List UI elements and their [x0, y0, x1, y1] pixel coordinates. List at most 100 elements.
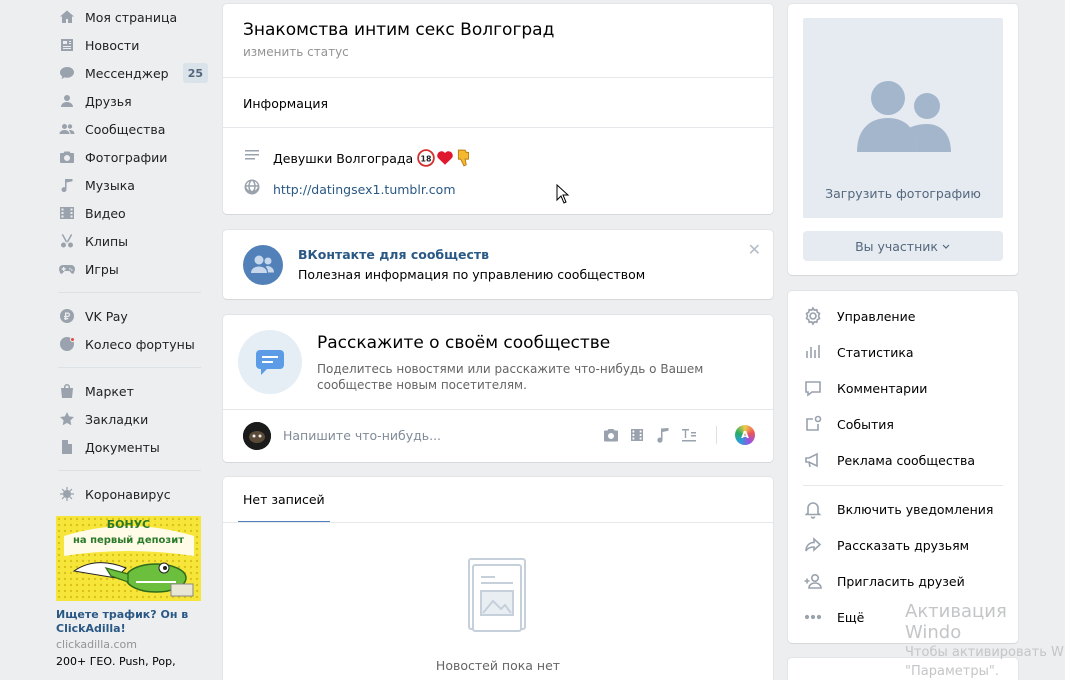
post-input[interactable]: Напишите что-нибудь...	[283, 428, 441, 443]
vkpay-icon	[58, 307, 76, 325]
poster-icon[interactable]: A	[735, 425, 755, 445]
sidebar-item-messenger[interactable]: Мессенджер 25	[56, 59, 208, 87]
sidebar-item-documents[interactable]: Документы	[56, 433, 208, 461]
menu-advertising[interactable]: Реклама сообщества	[803, 447, 975, 473]
close-icon[interactable]: ✕	[748, 240, 761, 259]
news-icon	[58, 36, 76, 54]
menu-label: Включить уведомления	[837, 501, 994, 517]
divider	[223, 522, 773, 523]
menu-share[interactable]: Рассказать друзьям	[803, 532, 969, 558]
menu-manage[interactable]: Управление	[803, 303, 915, 329]
sidebar-item-video[interactable]: Видео	[56, 199, 208, 227]
divider	[223, 77, 773, 78]
heart-icon	[437, 151, 453, 165]
document-icon	[58, 438, 76, 456]
sidebar-item-my-page[interactable]: Моя страница	[56, 3, 208, 31]
sidebar-item-label: Документы	[85, 439, 160, 455]
sidebar-item-vkpay[interactable]: VK Pay	[56, 302, 208, 330]
divider	[803, 485, 1003, 486]
divider	[223, 409, 773, 410]
sidebar-item-coronavirus[interactable]: Коронавирус	[56, 480, 208, 508]
sidebar-item-friends[interactable]: Друзья	[56, 87, 208, 115]
photo-attach-icon[interactable]	[602, 426, 620, 444]
article-icon[interactable]	[680, 426, 698, 444]
sidebar-ad[interactable]: БОНУС на первый депозит Ищете трафик? Он…	[56, 516, 208, 668]
ad-image[interactable]: БОНУС на первый депозит	[56, 516, 201, 601]
more-icon	[804, 614, 822, 620]
windows-activation-watermark: Активация Windo Чтобы активировать W "Па…	[905, 601, 1065, 680]
menu-events[interactable]: События	[803, 411, 894, 437]
description-text: Девушки Волгограда	[273, 150, 414, 166]
menu-comments[interactable]: Комментарии	[803, 375, 927, 401]
upload-photo-area[interactable]: Загрузить фотографию	[803, 18, 1003, 218]
sidebar-item-news[interactable]: Новости	[56, 31, 208, 59]
sidebar-item-label: Игры	[85, 261, 119, 277]
empty-feed-icon	[465, 557, 529, 639]
menu-invite[interactable]: Пригласить друзей	[803, 568, 965, 594]
menu-statistics[interactable]: Статистика	[803, 339, 914, 365]
sidebar-item-communities[interactable]: Сообщества	[56, 115, 208, 143]
menu-label: Реклама сообщества	[837, 452, 976, 468]
activation-title: Активация Windo	[905, 601, 1007, 643]
menu-label: Статистика	[837, 344, 914, 360]
menu-notifications[interactable]: Включить уведомления	[803, 496, 993, 522]
ad-text: 200+ ГЕО. Push, Pop,	[56, 655, 176, 668]
home-icon	[58, 8, 76, 26]
menu-label: Комментарии	[837, 380, 928, 396]
sidebar-item-label: Коронавирус	[85, 486, 171, 502]
description-row: Девушки Волгограда 18	[243, 147, 473, 169]
friends-icon	[58, 92, 76, 110]
website-link[interactable]: http://datingsex1.tumblr.com	[273, 182, 456, 197]
activation-line-1: Чтобы активировать W	[905, 645, 1064, 660]
compose-card: Расскажите о своём сообществе Поделитесь…	[223, 315, 773, 462]
posts-card: Нет записей Новостей пока нет	[223, 477, 773, 680]
mouse-cursor-icon	[556, 183, 570, 208]
messenger-count-badge: 25	[182, 63, 208, 83]
group-actions-card: Управление Статистика Комментарии Событи…	[788, 291, 1018, 643]
compose-illustration	[238, 330, 302, 394]
stats-icon	[806, 345, 820, 358]
avatar	[243, 422, 271, 450]
invite-icon	[804, 573, 822, 589]
communities-icon	[58, 120, 76, 138]
divider	[223, 127, 773, 128]
music-icon	[58, 176, 76, 194]
member-status-label: Вы участник	[855, 238, 938, 254]
coronavirus-icon	[58, 485, 76, 503]
sidebar-item-label: Мессенджер	[85, 65, 169, 81]
menu-label: Управление	[837, 308, 916, 324]
member-status-button[interactable]: Вы участник	[803, 231, 1003, 261]
tab-no-posts[interactable]: Нет записей	[238, 477, 330, 523]
video-attach-icon[interactable]	[628, 426, 646, 444]
menu-more[interactable]: Ещё	[803, 604, 864, 630]
sidebar-item-label: Видео	[85, 205, 126, 221]
promo-avatar	[243, 245, 283, 285]
left-sidebar: Моя страница Новости Мессенджер 25 Друзь…	[56, 3, 208, 668]
chevron-down-icon	[942, 244, 950, 249]
compose-toolbar: A	[602, 425, 755, 445]
group-photo-card: Загрузить фотографию Вы участник	[788, 4, 1018, 275]
sidebar-item-label: Фотографии	[85, 149, 168, 165]
sidebar-item-games[interactable]: Игры	[56, 255, 208, 283]
sidebar-item-bookmarks[interactable]: Закладки	[56, 405, 208, 433]
globe-icon	[243, 178, 261, 200]
sidebar-item-market[interactable]: Маркет	[56, 377, 208, 405]
sidebar-item-label: Музыка	[85, 177, 135, 193]
ad-image-headline: БОНУС	[106, 518, 151, 531]
sidebar-item-fortune[interactable]: Колесо фортуны	[56, 330, 208, 358]
sidebar-divider	[58, 367, 201, 368]
camera-icon	[58, 148, 76, 166]
video-icon	[58, 204, 76, 222]
sidebar-item-music[interactable]: Музыка	[56, 171, 208, 199]
sidebar-item-photos[interactable]: Фотографии	[56, 143, 208, 171]
ad-title[interactable]: Ищете трафик? Он в ClickAdilla!	[56, 608, 208, 636]
sidebar-divider	[58, 470, 201, 471]
megaphone-icon	[805, 452, 818, 468]
change-status-link[interactable]: изменить статус	[243, 45, 349, 59]
promo-title-link[interactable]: ВКонтакте для сообществ	[298, 247, 489, 262]
sidebar-divider	[58, 292, 201, 293]
gamepad-icon	[58, 260, 76, 278]
age-18-icon: 18	[417, 149, 435, 167]
music-attach-icon[interactable]	[654, 426, 672, 444]
sidebar-item-clips[interactable]: Клипы	[56, 227, 208, 255]
